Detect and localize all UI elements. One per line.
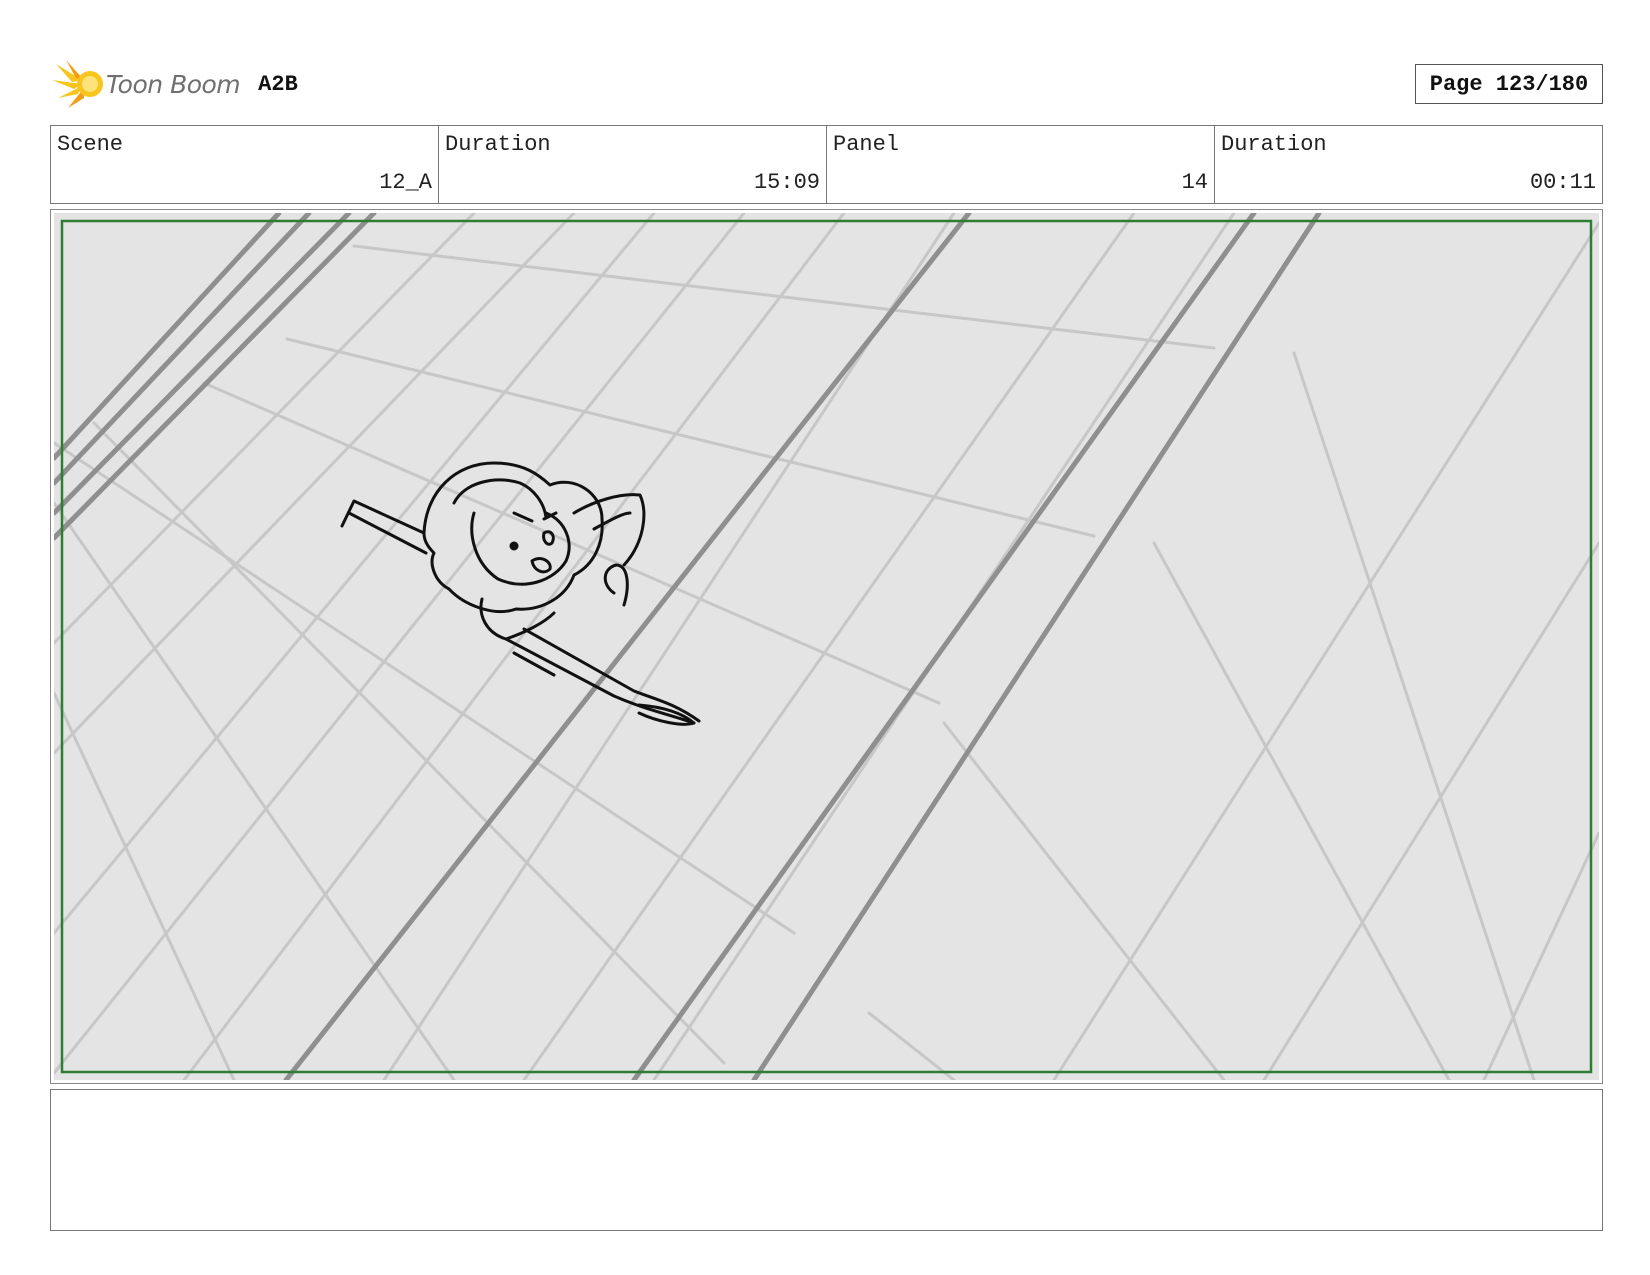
- starburst-logo-icon: [52, 60, 103, 108]
- project-name: A2B: [258, 71, 298, 97]
- toon-boom-logo: Toon Boom A2B: [52, 58, 298, 110]
- sketch-background: [54, 213, 1599, 1080]
- panel-value: 14: [1181, 170, 1208, 195]
- panel-duration-label: Duration: [1221, 132, 1327, 157]
- scene-info-row: Scene 12_A Duration 15:09 Panel 14 Durat…: [50, 125, 1603, 204]
- scene-duration-cell: Duration 15:09: [439, 126, 827, 203]
- logo-text: Toon Boom: [106, 69, 241, 99]
- page-number: Page 123/180: [1415, 64, 1603, 104]
- scene-cell: Scene 12_A: [51, 126, 439, 203]
- scene-duration-value: 15:09: [753, 170, 820, 195]
- panel-notes-box[interactable]: [50, 1089, 1603, 1231]
- panel-cell: Panel 14: [827, 126, 1215, 203]
- scene-value: 12_A: [379, 170, 432, 195]
- panel-label: Panel: [833, 132, 900, 157]
- panel-duration-value: 00:11: [1529, 170, 1596, 195]
- scene-duration-label: Duration: [445, 132, 551, 157]
- panel-sketch: [54, 213, 1599, 1080]
- panel-duration-cell: Duration 00:11: [1215, 126, 1602, 203]
- scene-label: Scene: [57, 132, 124, 157]
- storyboard-page: Toon Boom A2B Page 123/180 Scene 12_A Du…: [0, 0, 1650, 1275]
- panel-frame: [50, 209, 1603, 1084]
